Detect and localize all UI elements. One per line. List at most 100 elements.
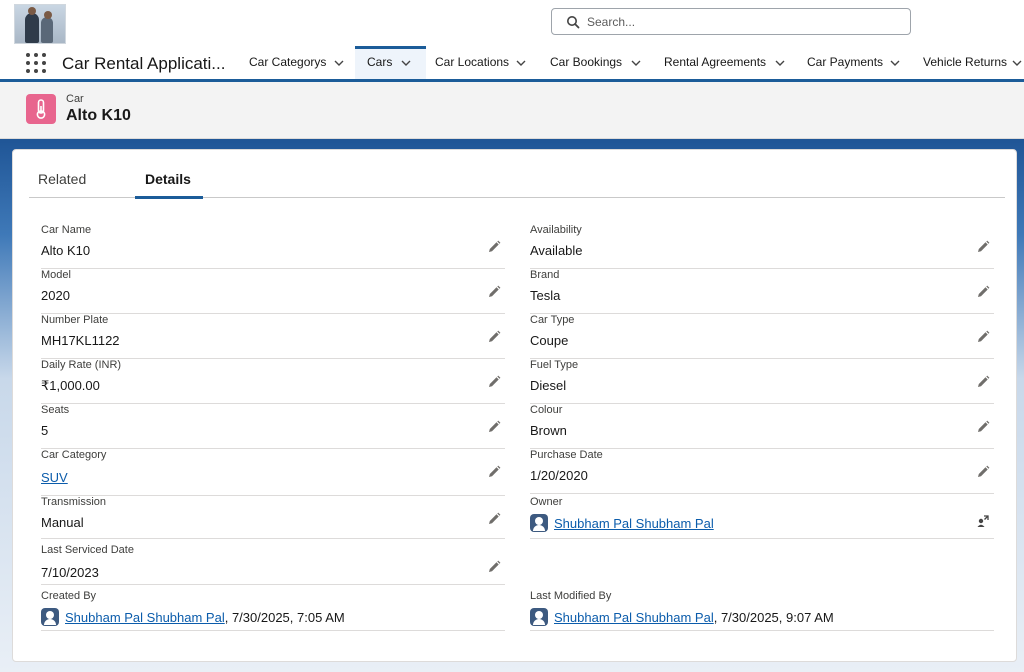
field-label: Availability [530,224,582,236]
edit-pencil-icon[interactable] [976,420,990,434]
app-name: Car Rental Applicati... [62,54,226,73]
app-launcher-icon[interactable] [26,53,46,73]
chevron-down-icon[interactable] [515,57,527,69]
field-label: Car Name [41,224,92,236]
global-search-input[interactable]: Search... [551,8,911,35]
edit-pencil-icon[interactable] [976,285,990,299]
field-last-serviced-date: Last Serviced Date 7/10/2023 [41,544,505,585]
field-value: ₹1,000.00 [41,378,100,393]
field-model: Model 2020 [41,269,505,314]
field-brand: Brand Tesla [530,269,994,314]
field-fuel-type: Fuel Type Diesel [530,359,994,404]
field-value: 5 [41,423,49,438]
active-tab-indicator [135,196,203,199]
field-label: Last Modified By [530,590,612,602]
field-owner: Owner Shubham Pal Shubham Pal [530,496,994,539]
tab-related[interactable]: Related [38,171,86,187]
field-value: MH17KL1122 [41,333,120,348]
nav-tab-label: Rental Agreements [664,55,767,69]
edit-pencil-icon[interactable] [487,375,501,389]
car-category-link[interactable]: SUV [41,470,68,485]
app-navigation: Car Rental Applicati... Car Categorys Ca… [0,46,1024,82]
field-label: Transmission [41,496,106,508]
created-by-row: Shubham Pal Shubham Pal , 7/30/2025, 7:0… [41,607,345,627]
field-seats: Seats 5 [41,404,505,449]
owner-row: Shubham Pal Shubham Pal [530,513,714,533]
edit-pencil-icon[interactable] [487,560,501,574]
field-value: 1/20/2020 [530,468,588,483]
user-avatar-icon [530,608,548,626]
object-type-label: Car [66,93,84,105]
edit-pencil-icon[interactable] [487,420,501,434]
field-last-modified-by: Last Modified By Shubham Pal Shubham Pal… [530,590,994,631]
field-transmission: Transmission Manual [41,496,505,539]
record-header: Car Alto K10 [0,82,1024,139]
field-daily-rate: Daily Rate (INR) ₹1,000.00 [41,359,505,404]
edit-pencil-icon[interactable] [487,465,501,479]
field-label: Purchase Date [530,449,603,461]
field-value: Brown [530,423,567,438]
chevron-down-icon[interactable] [774,57,786,69]
field-value: Manual [41,515,84,530]
record-title: Alto K10 [66,107,131,124]
last-modified-by-row: Shubham Pal Shubham Pal , 7/30/2025, 9:0… [530,607,834,627]
edit-pencil-icon[interactable] [976,330,990,344]
edit-pencil-icon[interactable] [976,240,990,254]
last-modified-timestamp: , 7/30/2025, 9:07 AM [713,609,834,625]
created-by-user-link[interactable]: Shubham Pal Shubham Pal [65,610,225,625]
last-modified-by-user-link[interactable]: Shubham Pal Shubham Pal [554,610,714,625]
field-label: Car Type [530,314,575,326]
created-by-timestamp: , 7/30/2025, 7:05 AM [224,609,345,625]
field-value: Tesla [530,288,561,303]
edit-pencil-icon[interactable] [487,285,501,299]
detail-tabset: Related Details [29,150,1005,199]
user-avatar-icon [41,608,59,626]
field-purchase-date: Purchase Date 1/20/2020 [530,449,994,494]
edit-pencil-icon[interactable] [976,375,990,389]
nav-tab-rental-agreements[interactable]: Rental Agreements [654,46,794,79]
field-value: Alto K10 [41,243,91,258]
nav-tab-car-payments[interactable]: Car Payments [797,46,910,79]
field-created-by: Created By Shubham Pal Shubham Pal , 7/3… [41,590,505,631]
field-label: Car Category [41,449,107,461]
field-label: Colour [530,404,563,416]
change-owner-icon[interactable] [976,514,990,528]
field-label: Model [41,269,71,281]
user-avatar-icon [530,514,548,532]
chevron-down-icon[interactable] [630,57,642,69]
field-value: Diesel [530,378,567,393]
edit-pencil-icon[interactable] [976,465,990,479]
chevron-down-icon[interactable] [400,57,412,69]
car-object-icon [26,94,56,124]
tab-details[interactable]: Details [145,171,191,187]
owner-user-link[interactable]: Shubham Pal Shubham Pal [554,516,714,531]
chevron-down-icon[interactable] [889,57,901,69]
field-label: Daily Rate (INR) [41,359,122,371]
edit-pencil-icon[interactable] [487,330,501,344]
field-label: Number Plate [41,314,109,326]
nav-tab-car-categorys[interactable]: Car Categorys [240,46,354,79]
chevron-down-icon[interactable] [333,57,345,69]
edit-pencil-icon[interactable] [487,240,501,254]
field-label: Fuel Type [530,359,579,371]
nav-tab-car-bookings[interactable]: Car Bookings [541,46,651,79]
field-label: Owner [530,496,563,508]
field-car-category: Car Category SUV [41,449,505,496]
field-car-type: Car Type Coupe [530,314,994,359]
nav-tab-label: Vehicle Returns [923,55,1008,69]
nav-tab-label: Car Payments [807,55,884,69]
field-number-plate: Number Plate MH17KL1122 [41,314,505,359]
field-label: Seats [41,404,70,416]
field-value: Coupe [530,333,569,348]
nav-tab-label: Car Categorys [249,55,327,69]
nav-tab-cars[interactable]: Cars [355,46,426,79]
nav-tab-car-locations[interactable]: Car Locations [426,46,540,79]
chevron-down-icon[interactable] [1011,57,1023,69]
app-logo[interactable] [14,4,66,44]
field-value: 2020 [41,288,70,303]
field-label: Last Serviced Date [41,544,134,556]
edit-pencil-icon[interactable] [487,512,501,526]
record-detail-card: Related Details Car Name Alto K10 Model … [12,149,1017,662]
nav-tab-label: Car Bookings [550,55,623,69]
nav-tab-vehicle-returns[interactable]: Vehicle Returns [913,46,1024,79]
